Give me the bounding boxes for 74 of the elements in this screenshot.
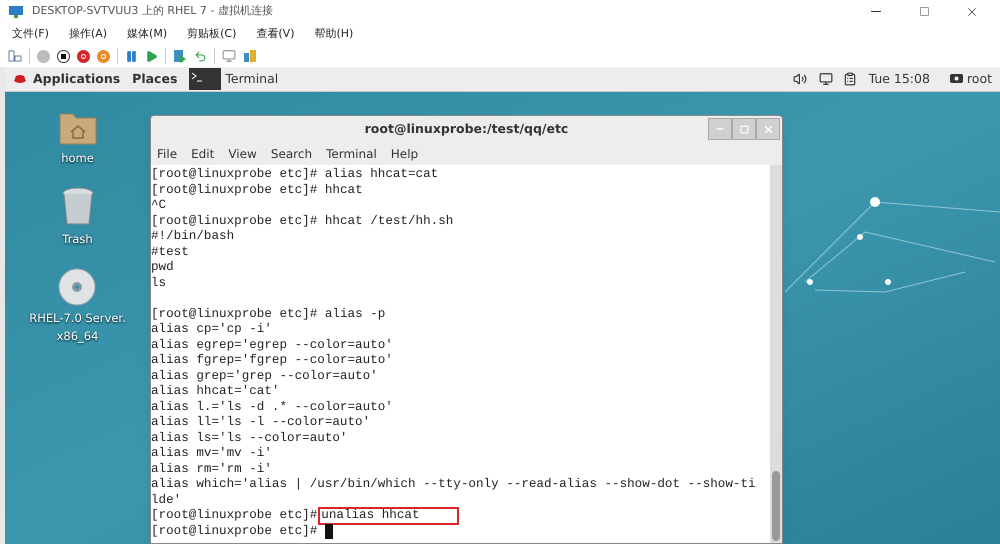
output-line: ^C [151, 198, 166, 214]
prompt-text: [root@linuxprobe etc]# [151, 306, 318, 322]
window-layout-icon[interactable] [8, 50, 22, 62]
minimize-icon [871, 11, 881, 12]
output-line: alias grep='grep --color=auto' [151, 368, 378, 384]
dvd-disc-icon [58, 268, 96, 306]
volume-icon[interactable] [792, 72, 807, 86]
window-title: DESKTOP-SVTVUU3 上的 RHEL 7 - 虚拟机连接 [32, 3, 273, 20]
checkpoint-icon[interactable] [173, 49, 187, 63]
network-icon[interactable] [818, 72, 833, 86]
output-line: ls [151, 276, 166, 291]
power-button[interactable] [97, 50, 110, 62]
taskbar-app-label[interactable]: Terminal [225, 70, 278, 88]
desktop-icon-label[interactable]: home [61, 149, 94, 167]
close-icon [762, 124, 774, 134]
play-icon[interactable] [145, 50, 158, 62]
terminal-title: root@linuxprobe:/test/qq/etc [364, 120, 568, 138]
output-line: #!/bin/bash [151, 229, 234, 244]
menu-item[interactable]: 文件(F) [12, 26, 49, 42]
output-line: lde' [151, 492, 182, 508]
stop-button[interactable] [57, 50, 70, 62]
command-text: hhcat [324, 182, 363, 198]
pause-icon[interactable] [125, 50, 138, 62]
output-line: alias cp='cp -i' [151, 322, 272, 338]
menu-item[interactable]: 剪贴板(C) [187, 26, 236, 42]
revert-icon[interactable] [194, 50, 207, 62]
prompt-text: [root@linuxprobe etc]# [151, 214, 318, 229]
close-button[interactable] [756, 118, 780, 140]
menu-item[interactable]: 查看(V) [256, 26, 294, 42]
shutdown-button[interactable] [77, 50, 90, 62]
monitor-icon [8, 4, 24, 18]
command-text: alias hhcat=cat [324, 167, 438, 182]
applications-menu[interactable]: Applications [33, 70, 120, 88]
desktop-icon-label[interactable]: Trash [62, 230, 93, 248]
maximize-icon [918, 6, 930, 17]
output-line: alias egrep='egrep --color=auto' [151, 338, 393, 353]
text-cursor [324, 524, 333, 538]
hat-icon[interactable] [13, 73, 27, 85]
output-line: alias hhcat='cat' [151, 384, 280, 400]
user-menu[interactable]: root [966, 70, 992, 88]
maximize-icon [740, 124, 748, 134]
trash-can-icon [60, 187, 94, 227]
output-line: pwd [151, 260, 174, 276]
user-icon[interactable] [950, 74, 963, 84]
maximize-button[interactable] [732, 118, 756, 140]
scrollbar[interactable] [770, 165, 782, 543]
prompt-text: [root@linuxprobe etc]# [151, 508, 318, 524]
prompt-text: [root@linuxprobe etc]# [151, 524, 318, 539]
menu-item[interactable]: 操作(A) [68, 26, 108, 42]
output-line: alias fgrep='fgrep --color=auto' [151, 353, 393, 368]
output-line: alias ls='ls --color=auto' [151, 430, 348, 446]
command-text: hhcat /test/hh.sh [324, 214, 454, 229]
terminal-menu-item[interactable]: View [228, 145, 257, 163]
output-line: #test [151, 244, 189, 260]
terminal-menu-item[interactable]: Search [270, 145, 312, 163]
terminal-menu-item[interactable]: Edit [191, 145, 214, 163]
enhanced-session-icon[interactable] [222, 49, 236, 63]
prompt-text: [root@linuxprobe etc]# [151, 182, 318, 198]
prompt-text: [root@linuxprobe etc]# [151, 167, 318, 182]
places-menu[interactable]: Places [132, 70, 178, 88]
terminal-menu-item[interactable]: File [157, 145, 178, 163]
terminal-menu-item[interactable]: Help [390, 145, 418, 163]
output-line: alias mv='mv -i' [151, 446, 272, 462]
menu-item[interactable]: 帮助(H) [314, 26, 354, 42]
clock[interactable]: Tue 15:08 [868, 70, 930, 88]
menu-item[interactable]: 媒体(M) [127, 26, 168, 42]
desktop-icon-label[interactable]: RHEL-7.0 Server. x86_64 [29, 309, 126, 345]
output-line: alias l.='ls -d .* --color=auto' [151, 400, 393, 415]
output-line: alias rm='rm -i' [151, 462, 272, 477]
terminal-menu-item[interactable]: Terminal [326, 145, 377, 163]
command-text: alias -p [324, 306, 386, 322]
output-line: alias which='alias | /usr/bin/which --tty-only --read-alias --show-dot --show-ti [151, 477, 756, 492]
output-line: alias ll='ls -l --color=auto' [151, 415, 370, 430]
highlighted-command: unalias hhcat [319, 508, 458, 524]
